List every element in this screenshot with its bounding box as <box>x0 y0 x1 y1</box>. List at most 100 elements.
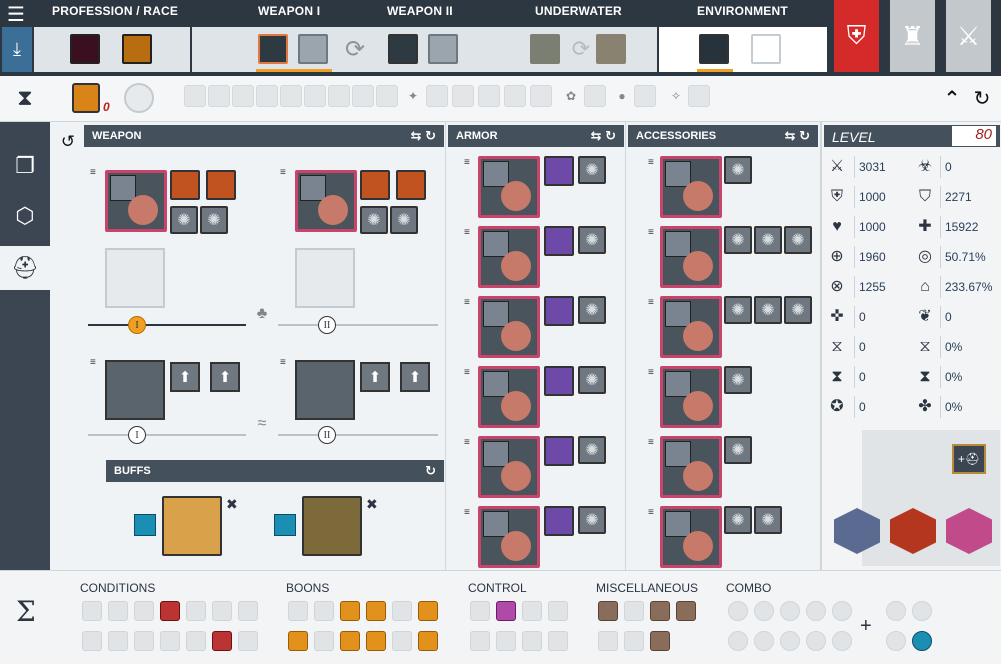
weapon1-offhand-empty[interactable] <box>105 248 165 308</box>
rune-slot[interactable] <box>544 296 574 326</box>
aqua-set1-toggle[interactable]: I <box>128 426 146 444</box>
armor-menu-icon[interactable]: ≡ <box>464 508 470 518</box>
trait-icon[interactable] <box>426 85 448 107</box>
armor-menu-icon[interactable]: ≡ <box>464 298 470 308</box>
upgrade-slot-icon[interactable]: ✺ <box>578 226 606 254</box>
misc-icon[interactable] <box>650 601 670 621</box>
condition-icon[interactable] <box>82 601 102 621</box>
armor-menu-icon[interactable]: ≡ <box>464 438 470 448</box>
misc-icon[interactable] <box>624 601 644 621</box>
water-environment-icon[interactable] <box>751 34 781 64</box>
accessory-menu-icon[interactable]: ≡ <box>648 438 654 448</box>
boon-icon[interactable] <box>340 631 360 651</box>
upgrade-arrow-icon[interactable]: ⬆ <box>400 362 430 392</box>
control-icon[interactable] <box>522 601 542 621</box>
trait-icon[interactable] <box>376 85 398 107</box>
combo-icon[interactable] <box>912 631 932 651</box>
condition-icon[interactable] <box>160 601 180 621</box>
sigil-slot[interactable] <box>396 170 426 200</box>
back-item[interactable] <box>660 156 722 218</box>
combo-icon[interactable] <box>728 631 748 651</box>
aqua1-weapon-item[interactable] <box>105 360 165 420</box>
combo-icon[interactable] <box>780 601 800 621</box>
upgrade-arrow-icon[interactable]: ⬆ <box>170 362 200 392</box>
upgrade-slot-icon[interactable]: ✺ <box>578 506 606 534</box>
profession-slot[interactable] <box>70 34 100 64</box>
misc-icon[interactable] <box>624 631 644 651</box>
trait-icon[interactable] <box>688 85 710 107</box>
weapon2-offhand-empty[interactable] <box>295 248 355 308</box>
upgrade-arrow-icon[interactable]: ⬆ <box>210 362 240 392</box>
shoulders-item[interactable] <box>478 226 540 288</box>
combo-icon[interactable] <box>754 631 774 651</box>
helmet-tab-icon[interactable]: ⛑ <box>0 246 50 290</box>
aqua-set2-toggle[interactable]: II <box>318 426 336 444</box>
accessory-menu-icon[interactable]: ≡ <box>648 298 654 308</box>
helm-item[interactable] <box>478 156 540 218</box>
boon-icon[interactable] <box>314 601 334 621</box>
sigma-icon[interactable]: Σ <box>16 595 36 628</box>
collapse-all-icon[interactable]: ⌃ <box>940 85 964 111</box>
boon-icon[interactable] <box>288 601 308 621</box>
combo-icon[interactable] <box>832 601 852 621</box>
rune-slot[interactable] <box>544 156 574 186</box>
misc-icon[interactable] <box>676 601 696 621</box>
amulet-item[interactable] <box>660 366 722 428</box>
weapon2-mainhand-item[interactable] <box>295 170 357 232</box>
race-slot[interactable] <box>122 34 152 64</box>
hexagon-icon[interactable]: ⬡ <box>4 196 46 236</box>
combo-icon[interactable] <box>780 631 800 651</box>
combo-icon[interactable] <box>806 631 826 651</box>
upgrade-slot-icon[interactable]: ✺ <box>784 226 812 254</box>
boon-icon[interactable] <box>418 631 438 651</box>
food-item[interactable] <box>162 496 222 556</box>
weapon2-menu-icon[interactable]: ≡ <box>280 168 286 178</box>
swap-weapons-icon[interactable]: ⟳ <box>340 34 370 64</box>
reset-all-icon[interactable]: ↻ <box>970 85 994 111</box>
trait-icon[interactable] <box>634 85 656 107</box>
swap-undo-icon[interactable]: ⇆ ↻ <box>411 128 436 144</box>
upgrade-slot-icon[interactable]: ✺ <box>578 296 606 324</box>
leggings-item[interactable] <box>478 436 540 498</box>
weapon1-menu-icon[interactable]: ≡ <box>90 168 96 178</box>
combo-icon[interactable] <box>912 601 932 621</box>
hourglass-icon[interactable]: ⧗ <box>12 84 38 112</box>
disabled-sword-icon[interactable] <box>124 83 154 113</box>
reset-buffs-icon[interactable]: ↻ <box>425 463 436 479</box>
aqua2-menu-icon[interactable]: ≡ <box>280 358 286 368</box>
trait-icon[interactable] <box>504 85 526 107</box>
combo-icon[interactable] <box>754 601 774 621</box>
boon-icon[interactable] <box>288 631 308 651</box>
weapon2-mainhand-slot[interactable] <box>388 34 418 64</box>
control-icon[interactable] <box>548 601 568 621</box>
trait-icon[interactable] <box>256 85 278 107</box>
condition-icon[interactable] <box>238 601 258 621</box>
chest-item[interactable] <box>478 296 540 358</box>
remove-utility-icon[interactable]: ✖ <box>366 496 378 513</box>
menu-icon[interactable]: ☰ <box>4 2 28 26</box>
condition-icon[interactable] <box>82 631 102 651</box>
land-environment-icon[interactable] <box>699 34 729 64</box>
upgrade-slot-icon[interactable]: ✺ <box>754 226 782 254</box>
sigil-slot[interactable] <box>360 170 390 200</box>
ring1-item[interactable] <box>660 436 722 498</box>
rune-slot[interactable] <box>544 226 574 256</box>
rune-slot[interactable] <box>544 506 574 536</box>
combo-icon[interactable] <box>728 601 748 621</box>
upgrade-slot-icon[interactable]: ✺ <box>724 226 752 254</box>
trait-icon[interactable] <box>328 85 350 107</box>
condition-icon[interactable] <box>212 601 232 621</box>
condition-icon[interactable] <box>134 601 154 621</box>
upgrade-slot-icon[interactable]: ✺ <box>754 506 782 534</box>
accessory-menu-icon[interactable]: ≡ <box>648 508 654 518</box>
trait-icon[interactable] <box>184 85 206 107</box>
sigil-slot[interactable] <box>170 170 200 200</box>
weapon2-offhand-slot[interactable] <box>428 34 458 64</box>
misc-icon[interactable] <box>650 631 670 651</box>
control-icon[interactable] <box>548 631 568 651</box>
weapon1-mainhand-slot[interactable] <box>258 34 288 64</box>
combo-icon[interactable] <box>806 601 826 621</box>
trait-icon[interactable] <box>232 85 254 107</box>
condition-icon[interactable] <box>108 631 128 651</box>
boon-icon[interactable] <box>366 631 386 651</box>
